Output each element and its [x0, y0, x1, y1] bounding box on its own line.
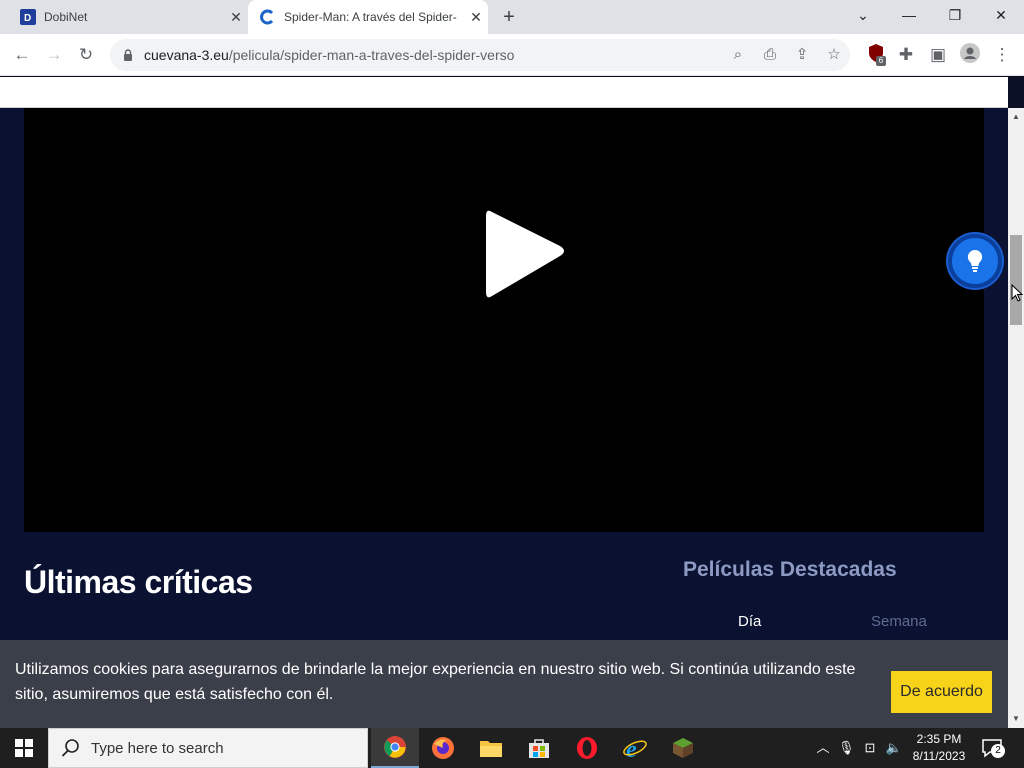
show-hidden-icons-chevron-icon[interactable]: ︿	[814, 728, 832, 768]
scroll-up-arrow-icon[interactable]: ▲	[1008, 110, 1024, 124]
close-tab-icon[interactable]: ✕	[464, 9, 488, 26]
minecraft-block-icon	[673, 738, 693, 758]
taskbar-file-explorer[interactable]	[467, 728, 515, 768]
cuevana-favicon-icon	[260, 9, 274, 25]
firefox-icon	[432, 737, 454, 759]
url-path: /pelicula/spider-man-a-traves-del-spider…	[228, 47, 515, 63]
section-title: Últimas críticas	[24, 564, 253, 600]
close-window-button[interactable]: ✕	[978, 0, 1024, 32]
url-text: cuevana-3.eu/pelicula/spider-man-a-trave…	[144, 47, 514, 63]
maximize-button[interactable]: ❐	[932, 0, 978, 32]
profile-avatar-icon[interactable]	[958, 43, 982, 67]
forward-arrow-icon[interactable]: →	[42, 43, 66, 67]
search-icon	[61, 739, 79, 757]
lightbulb-icon	[967, 249, 983, 272]
tab-title: DobiNet	[44, 10, 88, 24]
windows-logo-icon	[15, 739, 33, 757]
search-icon[interactable]: ⌕	[728, 45, 748, 65]
taskbar-search-box[interactable]: Type here to search	[48, 728, 368, 768]
page-scrollbar[interactable]: ▲ ▼	[1008, 108, 1024, 728]
featured-movies-title: Películas Destacadas	[683, 558, 897, 581]
windows-taskbar: Type here to search e ︿ 🎙 ⊡ 🔈 2:35 PM 8/…	[0, 728, 1024, 768]
internet-explorer-icon: e	[623, 737, 647, 760]
accept-cookies-button[interactable]: De acuerdo	[891, 671, 992, 713]
taskbar-clock[interactable]: 2:35 PM 8/11/2023	[906, 731, 972, 765]
minimize-button[interactable]: —	[886, 0, 932, 32]
taskbar-chrome[interactable]	[371, 728, 419, 768]
url-domain: cuevana-3.eu	[144, 47, 229, 63]
video-player[interactable]	[24, 108, 984, 532]
address-bar[interactable]: cuevana-3.eu/pelicula/spider-man-a-trave…	[110, 39, 850, 71]
browser-tab-strip: D DobiNet ✕ Spider-Man: A través del Spi…	[0, 0, 1024, 34]
browser-menu-icon[interactable]: ⋮	[990, 43, 1014, 67]
browser-toolbar: ← → ↻ cuevana-3.eu/pelicula/spider-man-a…	[0, 34, 1024, 76]
new-tab-button[interactable]: +	[498, 6, 520, 28]
store-bag-icon	[529, 739, 549, 758]
network-icon[interactable]: ⊡	[860, 728, 880, 768]
page-content: Últimas críticas Películas Destacadas Dí…	[0, 108, 1008, 728]
lock-icon	[124, 49, 132, 61]
search-placeholder: Type here to search	[91, 739, 224, 757]
extensions-puzzle-icon[interactable]: ✚	[894, 43, 918, 67]
tab-dobinet[interactable]: D DobiNet ✕	[8, 0, 248, 34]
side-panel-icon[interactable]: ▣	[926, 43, 950, 67]
extension-badge: 6	[876, 56, 886, 66]
clock-date: 8/11/2023	[912, 749, 966, 763]
scroll-down-arrow-icon[interactable]: ▼	[1008, 712, 1024, 726]
mouse-cursor-icon	[1011, 284, 1023, 302]
back-arrow-icon[interactable]: ←	[10, 43, 34, 67]
site-header-strip	[0, 77, 1008, 108]
lightbulb-button[interactable]	[948, 234, 1002, 288]
translate-icon[interactable]: ⎙	[760, 45, 780, 65]
bookmark-star-icon[interactable]: ☆	[824, 45, 844, 65]
microphone-icon[interactable]: 🎙	[838, 728, 855, 768]
dobinet-favicon-icon: D	[20, 9, 36, 25]
ublock-extension-icon[interactable]: 6	[864, 43, 888, 67]
scrollbar-thumb[interactable]	[1010, 235, 1022, 325]
taskbar-firefox[interactable]	[419, 728, 467, 768]
folder-icon	[480, 741, 502, 757]
taskbar-microsoft-store[interactable]	[515, 728, 563, 768]
notification-count-badge: 2	[991, 744, 1005, 758]
tab-spider-man[interactable]: Spider-Man: A través del Spider- ✕	[248, 0, 488, 34]
taskbar-opera[interactable]	[563, 728, 611, 768]
tab-dia[interactable]: Día	[738, 613, 761, 630]
opera-icon	[577, 737, 597, 759]
cookie-banner: Utilizamos cookies para asegurarnos de b…	[0, 640, 1008, 728]
cookie-message: Utilizamos cookies para asegurarnos de b…	[15, 661, 856, 703]
tab-search-chevron-icon[interactable]: ⌄	[840, 0, 886, 32]
chrome-icon	[384, 736, 406, 758]
start-button[interactable]	[0, 728, 48, 768]
play-icon[interactable]	[464, 204, 574, 304]
clock-time: 2:35 PM	[916, 732, 962, 746]
taskbar-minecraft[interactable]	[659, 728, 707, 768]
volume-icon[interactable]: 🔈	[884, 728, 904, 768]
svg-text:e: e	[626, 737, 637, 760]
svg-text:D: D	[24, 13, 31, 24]
share-icon[interactable]: ⇪	[792, 45, 812, 65]
tab-title: Spider-Man: A través del Spider-	[284, 10, 457, 24]
taskbar-internet-explorer[interactable]: e	[611, 728, 659, 768]
tab-semana[interactable]: Semana	[871, 613, 927, 630]
close-tab-icon[interactable]: ✕	[224, 9, 248, 26]
reload-icon[interactable]: ↻	[74, 43, 98, 67]
